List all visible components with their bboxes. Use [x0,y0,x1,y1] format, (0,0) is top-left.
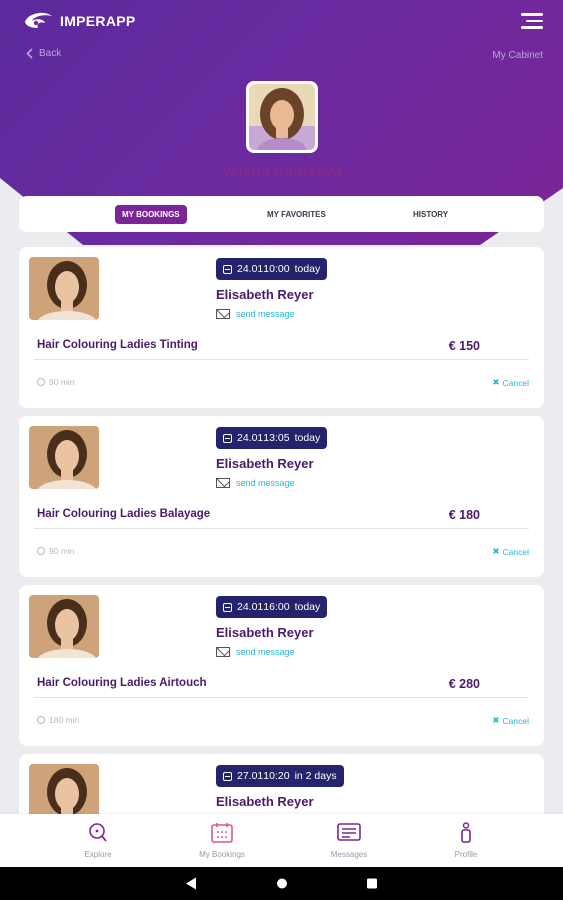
cancel-label: Cancel [502,546,529,557]
calendar-icon [211,823,233,843]
nav-messages[interactable]: Messages [309,822,389,859]
booking-date-badge: 27.01 10:20 in 2 days [216,765,344,787]
duration-label: 90 min [49,377,75,387]
booking-date-badge: 24.01 10:00 today [216,258,328,280]
close-icon: ✖ [492,377,500,387]
booking-time: 13:05 [263,432,290,444]
explore-icon [89,823,107,842]
booking-date-badge: 24.01 13:05 today [216,427,328,449]
nav-profile-label: Profile [454,850,478,859]
card-divider [34,359,529,360]
send-message-link[interactable]: send message [216,309,295,319]
send-message-label: send message [236,309,295,319]
close-icon: ✖ [492,715,500,725]
card-divider [34,528,529,529]
booking-date: 24.01 [237,432,264,444]
android-home-icon[interactable] [276,877,288,890]
bottom-navigation: Explore My Bookings Messages Profile [0,814,563,867]
clock-icon [37,716,45,724]
stylist-name: Elisabeth Reyer [216,287,314,302]
calendar-icon [223,602,232,612]
calendar-icon [223,264,232,274]
back-label: Back [39,48,62,59]
stylist-name: Elisabeth Reyer [216,625,314,640]
cancel-button[interactable]: ✖ Cancel [492,546,529,557]
cancel-button[interactable]: ✖ Cancel [492,377,529,388]
calendar-icon [223,771,232,781]
booking-date: 24.01 [237,263,264,275]
nav-explore[interactable]: Explore [58,822,138,859]
service-duration: 90 min [37,546,75,556]
envelope-icon [216,647,230,657]
tab-my-favorites[interactable]: MY FAVORITES [267,210,326,219]
envelope-icon [216,478,230,488]
nav-profile[interactable]: Profile [426,822,506,859]
cancel-label: Cancel [502,377,529,388]
service-price: € 180 [448,508,480,522]
booking-card[interactable]: 24.01 16:00 today Elisabeth Reyer send mes… [19,585,544,746]
send-message-link[interactable]: send message [216,647,295,657]
nav-explore-label: Explore [84,850,112,859]
service-duration: 90 min [37,377,75,387]
service-duration: 180 min [37,715,79,725]
booking-when: in 2 days [294,770,337,782]
booking-when: today [294,432,321,444]
stylist-photo [29,426,99,489]
envelope-icon [216,309,230,319]
app-logo: IMPERAPP [22,10,136,32]
duration-label: 180 min [49,715,80,725]
logo-swirl-icon [25,12,52,28]
stylist-photo [29,595,99,658]
hamburger-menu-icon[interactable] [521,12,543,30]
tab-history[interactable]: HISTORY [413,210,448,219]
card-divider [34,697,529,698]
stylist-photo [29,257,99,320]
booking-card[interactable]: 24.01 10:00 today Elisabeth Reyer send mes… [19,247,544,408]
booking-time: 10:00 [263,263,290,275]
bookings-tabs: MY BOOKINGS MY FAVORITES HISTORY [19,196,544,232]
messages-icon [337,823,361,841]
android-back-icon[interactable] [185,877,197,890]
back-button[interactable]: Back [26,48,61,59]
send-message-link[interactable]: send message [216,478,295,488]
booking-date: 24.01 [237,601,264,613]
booking-when: today [294,601,321,613]
service-name: Hair Colouring Ladies Balayage [37,508,211,520]
app-name: IMPERAPP [60,13,136,29]
send-message-label: send message [236,647,295,657]
booking-date-badge: 24.01 16:00 today [216,596,328,618]
profile-icon [461,822,471,843]
service-name: Hair Colouring Ladies Airtouch [37,677,207,689]
booking-when: today [294,263,321,275]
android-recents-icon[interactable] [366,877,378,890]
service-price: € 150 [448,339,480,353]
clock-icon [37,547,45,555]
nav-my-bookings-label: My Bookings [199,850,245,859]
send-message-label: send message [236,478,295,488]
calendar-icon [223,433,232,443]
user-avatar[interactable] [246,81,318,153]
booking-date: 27.01 [237,770,264,782]
android-navigation-bar [0,867,563,900]
cancel-button[interactable]: ✖ Cancel [492,715,529,726]
my-cabinet-link[interactable]: My Cabinet [492,50,543,61]
duration-label: 90 min [49,546,75,556]
booking-time: 16:00 [263,601,290,613]
booking-time: 10:20 [263,770,290,782]
chevron-left-icon [26,48,33,59]
user-name: Valeria Andreeva [221,163,342,180]
stylist-name: Elisabeth Reyer [216,794,314,809]
tab-my-bookings[interactable]: MY BOOKINGS [115,204,187,224]
service-price: € 280 [448,677,480,691]
close-icon: ✖ [492,546,500,556]
stylist-name: Elisabeth Reyer [216,456,314,471]
cancel-label: Cancel [502,715,529,726]
user-photo [249,84,315,150]
service-name: Hair Colouring Ladies Tinting [37,339,198,351]
clock-icon [37,378,45,386]
booking-card[interactable]: 24.01 13:05 today Elisabeth Reyer send mes… [19,416,544,577]
nav-messages-label: Messages [330,850,368,859]
nav-my-bookings[interactable]: My Bookings [182,822,262,859]
